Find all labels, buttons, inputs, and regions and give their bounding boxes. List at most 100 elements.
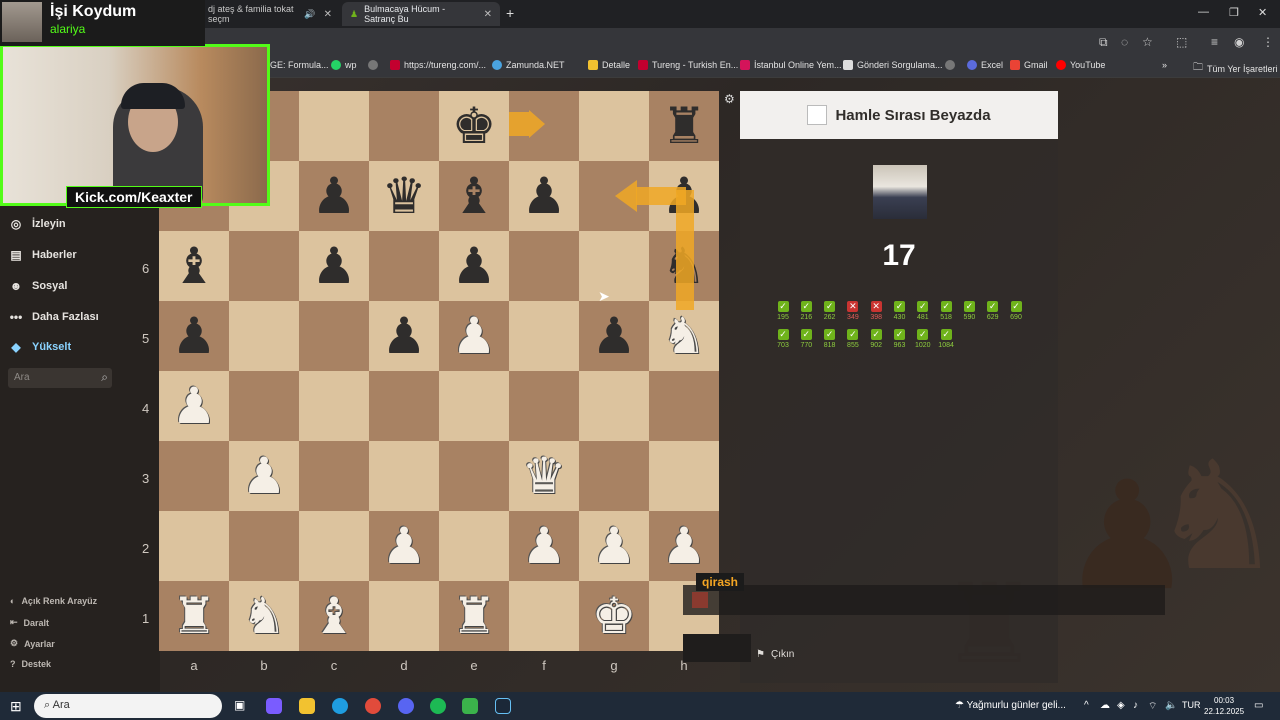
puzzle-result[interactable]: ✓ 1084 — [935, 329, 957, 349]
bookmark-item[interactable]: Detalle — [588, 60, 630, 70]
bookmark-item[interactable]: wp — [331, 60, 357, 70]
board-square[interactable]: ♞ — [229, 581, 299, 651]
bookmark-item[interactable]: GE: Formula... — [270, 60, 329, 70]
puzzle-result[interactable]: ✓ 770 — [795, 329, 817, 349]
notification-icon[interactable]: ▭ — [1254, 700, 1263, 711]
white-rook-icon[interactable]: ♜ — [452, 591, 497, 641]
board-square[interactable]: ♟ — [299, 231, 369, 301]
sidebar-item-watch[interactable]: ◎ İzleyin — [8, 217, 66, 231]
black-bishop-icon[interactable]: ♝ — [452, 171, 497, 221]
black-bishop-icon[interactable]: ♝ — [172, 241, 217, 291]
language-indicator[interactable]: TUR — [1182, 700, 1201, 710]
board-square[interactable] — [369, 441, 439, 511]
black-pawn-icon[interactable]: ♟ — [382, 311, 427, 361]
bookmark-item[interactable]: https://tureng.com/... — [390, 60, 486, 70]
white-pawn-icon[interactable]: ♟ — [382, 521, 427, 571]
puzzle-result[interactable]: ✓ 430 — [889, 301, 911, 321]
chrome-icon[interactable] — [365, 698, 381, 714]
board-square[interactable] — [579, 231, 649, 301]
windows-start-icon[interactable]: ⊞ — [10, 698, 22, 715]
board-square[interactable] — [509, 581, 579, 651]
board-square[interactable]: ♟ — [369, 511, 439, 581]
black-pawn-icon[interactable]: ♟ — [312, 241, 357, 291]
minimize-button[interactable]: — — [1198, 6, 1209, 18]
white-knight-icon[interactable]: ♞ — [662, 311, 707, 361]
black-pawn-icon[interactable]: ♟ — [172, 311, 217, 361]
tray-icon[interactable]: ◈ — [1117, 700, 1125, 711]
board-square[interactable]: ♛ — [369, 161, 439, 231]
task-view-icon[interactable]: ▣ — [234, 698, 245, 712]
board-square[interactable] — [229, 371, 299, 441]
profile-icon[interactable]: ◉ — [1234, 35, 1244, 49]
board-square[interactable] — [299, 371, 369, 441]
board-square[interactable]: ♝ — [299, 581, 369, 651]
bookmark-item[interactable] — [945, 60, 955, 70]
sidebar-item-more[interactable]: ••• Daha Fazlası — [8, 310, 99, 324]
puzzle-result[interactable]: ✓ 629 — [982, 301, 1004, 321]
puzzle-result[interactable]: ✓ 1020 — [912, 329, 934, 349]
board-square[interactable]: ♛ — [509, 441, 579, 511]
exit-button[interactable]: ⚑ Çıkın — [756, 649, 794, 660]
board-square[interactable] — [369, 371, 439, 441]
sidebar-item-social[interactable]: ☻ Sosyal — [8, 279, 68, 293]
new-tab-button[interactable]: + — [506, 5, 514, 21]
board-square[interactable] — [509, 231, 579, 301]
puzzle-result[interactable]: ✓ 855 — [842, 329, 864, 349]
eye-off-icon[interactable]: ◌ — [1121, 35, 1128, 49]
board-square[interactable] — [369, 231, 439, 301]
settings-button[interactable]: ⚙ Ayarlar — [10, 638, 55, 649]
board-square[interactable] — [299, 91, 369, 161]
white-bishop-icon[interactable]: ♝ — [312, 591, 357, 641]
black-king-icon[interactable]: ♚ — [452, 101, 497, 151]
white-pawn-icon[interactable]: ♟ — [452, 311, 497, 361]
black-pawn-icon[interactable]: ♟ — [312, 171, 357, 221]
white-pawn-icon[interactable]: ♟ — [662, 521, 707, 571]
board-square[interactable] — [579, 371, 649, 441]
board-square[interactable]: ♟ — [369, 301, 439, 371]
search-input[interactable]: Ara ⌕ — [8, 368, 112, 388]
edge-icon[interactable] — [332, 698, 348, 714]
white-pawn-icon[interactable]: ♟ — [592, 521, 637, 571]
tab-puzzle[interactable]: ♟ Bulmacaya Hücum - Satranç Bu ✕ — [342, 2, 500, 26]
more-bookmarks-button[interactable]: » — [1162, 60, 1167, 70]
board-square[interactable] — [299, 511, 369, 581]
board-square[interactable] — [229, 511, 299, 581]
board-square[interactable]: ♜ — [649, 91, 719, 161]
puzzle-result[interactable]: ✓ 690 — [1005, 301, 1027, 321]
weather-widget[interactable]: ☂ Yağmurlu günler geli... — [955, 700, 1066, 711]
puzzle-result[interactable]: ✕ 398 — [865, 301, 887, 321]
board-square[interactable] — [579, 441, 649, 511]
puzzle-result[interactable]: ✕ 349 — [842, 301, 864, 321]
white-knight-icon[interactable]: ♞ — [242, 591, 287, 641]
board-square[interactable]: ♚ — [579, 581, 649, 651]
bookmark-item[interactable]: Tureng - Turkish En... — [638, 60, 738, 70]
board-square[interactable]: ♟ — [159, 371, 229, 441]
black-pawn-icon[interactable]: ♟ — [522, 171, 567, 221]
white-pawn-icon[interactable]: ♟ — [172, 381, 217, 431]
board-square[interactable]: ♜ — [159, 581, 229, 651]
spotify-icon[interactable] — [430, 698, 446, 714]
board-square[interactable]: ♟ — [439, 301, 509, 371]
white-queen-icon[interactable]: ♛ — [522, 451, 567, 501]
black-queen-icon[interactable]: ♛ — [382, 171, 427, 221]
bookmark-item[interactable]: Zamunda.NET — [492, 60, 565, 70]
board-square[interactable] — [439, 441, 509, 511]
board-square[interactable] — [579, 91, 649, 161]
puzzle-result[interactable]: ✓ 590 — [958, 301, 980, 321]
mic-icon[interactable]: ♪ — [1133, 700, 1138, 711]
clock[interactable]: 00:03 22.12.2025 — [1204, 695, 1244, 717]
board-square[interactable]: ♟ — [509, 511, 579, 581]
puzzle-result[interactable]: ✓ 262 — [819, 301, 841, 321]
board-square[interactable]: ♟ — [649, 511, 719, 581]
puzzle-result[interactable]: ✓ 703 — [772, 329, 794, 349]
puzzle-result[interactable]: ✓ 818 — [819, 329, 841, 349]
board-square[interactable]: ♟ — [579, 511, 649, 581]
sidebar-item-news[interactable]: ▤ Haberler — [8, 248, 76, 262]
board-square[interactable]: ♜ — [439, 581, 509, 651]
wifi-icon[interactable]: ⌔ — [1148, 700, 1157, 713]
search-icon[interactable]: ⌕ — [101, 370, 108, 385]
taskbar-search-input[interactable]: ⌕ Ara — [34, 694, 222, 718]
white-pawn-icon[interactable]: ♟ — [242, 451, 287, 501]
puzzle-result[interactable]: ✓ 902 — [865, 329, 887, 349]
bookmark-item[interactable]: İstanbul Online Yem... — [740, 60, 842, 70]
